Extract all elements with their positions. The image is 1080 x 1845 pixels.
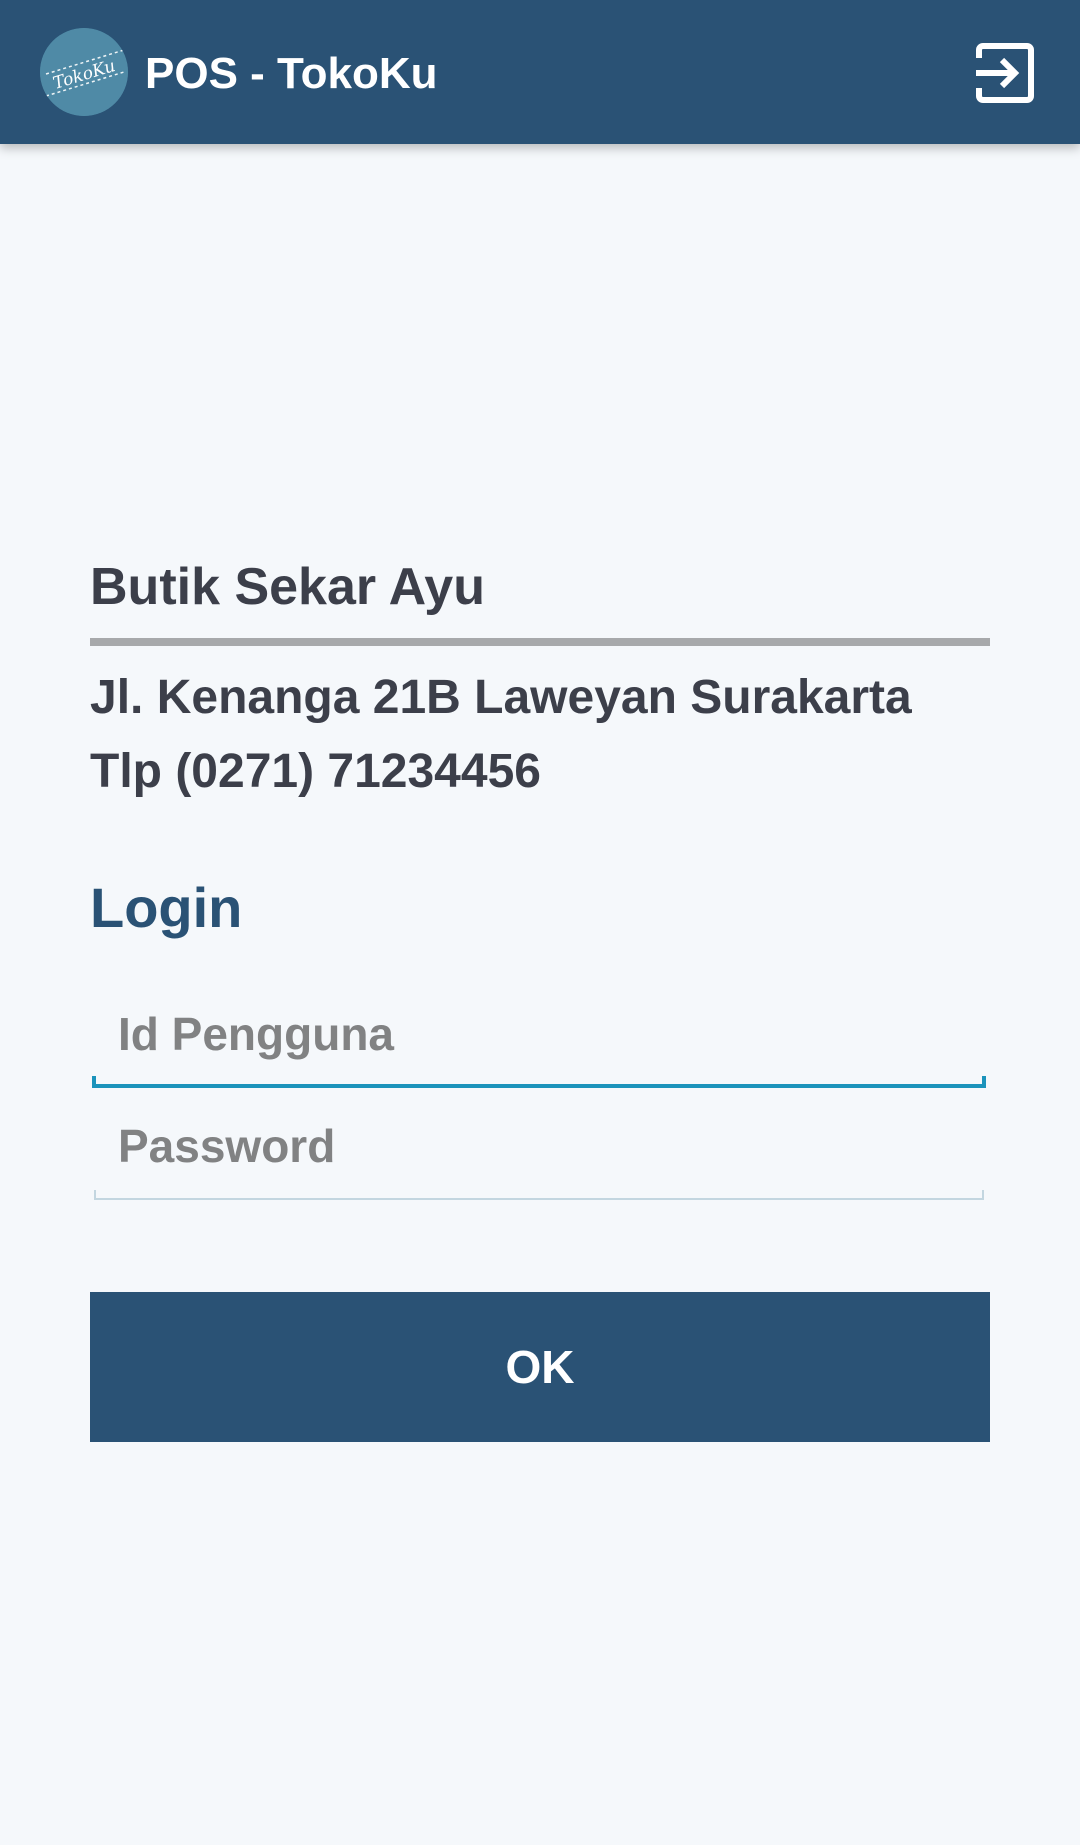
shop-address: Jl. Kenanga 21B Laweyan Surakarta [90,671,912,724]
user-id-underline-left [92,1076,96,1088]
shop-phone: Tlp (0271) 71234456 [90,745,541,798]
app-title: POS - TokoKu [145,49,438,98]
tokoku-logo: TokoKu [40,28,128,116]
tokoku-logo-icon: TokoKu [40,28,128,116]
user-id-underline-right [982,1076,986,1088]
exit-button[interactable] [970,38,1040,108]
user-id-underline [92,1084,986,1088]
password-underline-left [94,1190,96,1200]
password-input[interactable] [92,1106,986,1186]
password-underline-right [982,1190,984,1200]
user-id-field [92,994,986,1088]
exit-to-app-icon [976,43,1034,103]
app-bar: TokoKu POS - TokoKu [0,0,1080,144]
password-field [92,1106,986,1200]
login-heading: Login [90,876,243,939]
ok-button[interactable]: OK [90,1292,990,1442]
user-id-input[interactable] [92,994,986,1074]
shop-divider [90,638,990,646]
shop-name: Butik Sekar Ayu [90,558,485,616]
password-underline [94,1198,984,1200]
